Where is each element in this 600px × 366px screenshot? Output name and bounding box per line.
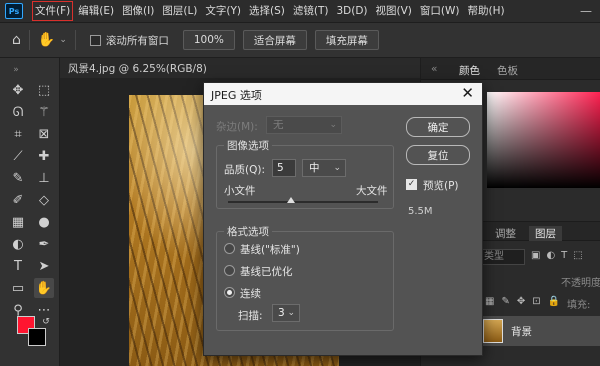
eraser-tool-icon[interactable]: ◇ bbox=[34, 190, 54, 210]
stamp-tool-icon[interactable]: ⊥ bbox=[34, 168, 54, 188]
tools-panel: » ✥ ⬚ ᘏ ⚚ ⌗ ⊠ ⟋ ✚ ✎ ⊥ ✐ ◇ ▦ ● ◐ ✒ T ➤ ▭ … bbox=[0, 58, 60, 366]
tab-swatches[interactable]: 色板 bbox=[497, 63, 518, 78]
menu-file[interactable]: 文件(F) bbox=[31, 0, 74, 22]
layer-filter-icons[interactable]: ▣◐T⬚ bbox=[531, 250, 589, 261]
healing-brush-tool-icon[interactable]: ✚ bbox=[34, 146, 54, 166]
options-bar: ⌂ ✋ ⌄ 滚动所有窗口 100% 适合屏幕 填充屏幕 bbox=[0, 22, 600, 58]
fill-label: 填充: bbox=[567, 300, 591, 311]
menu-help[interactable]: 帮助(H) bbox=[464, 0, 509, 22]
eyedropper-tool-icon[interactable]: ⟋ bbox=[8, 146, 28, 166]
lasso-tool-icon[interactable]: ᘏ bbox=[8, 102, 28, 122]
chevron-down-icon: ⌄ bbox=[333, 163, 341, 173]
large-file-label: 大文件 bbox=[356, 185, 388, 197]
menu-view[interactable]: 视图(V) bbox=[372, 0, 416, 22]
scans-value: 3 bbox=[278, 307, 285, 319]
rectangle-tool-icon[interactable]: ▭ bbox=[8, 278, 28, 298]
color-picker-field[interactable] bbox=[487, 92, 600, 188]
close-icon[interactable]: ✕ bbox=[461, 84, 474, 102]
menu-filter[interactable]: 滤镜(T) bbox=[289, 0, 333, 22]
image-options-legend: 图像选项 bbox=[224, 138, 272, 153]
scroll-all-windows-label: 滚动所有窗口 bbox=[105, 34, 169, 47]
scans-select[interactable]: 3 ⌄ bbox=[272, 304, 300, 322]
type-tool-icon[interactable]: T bbox=[8, 256, 28, 276]
menu-3d[interactable]: 3D(D) bbox=[332, 0, 371, 22]
lock-icons[interactable]: ▦✎✥⊡🔒 bbox=[485, 296, 567, 307]
file-size-label: 5.5M bbox=[408, 206, 433, 217]
small-file-label: 小文件 bbox=[224, 185, 256, 197]
collapse-icon[interactable]: » bbox=[6, 60, 26, 80]
matte-value: 无 bbox=[273, 119, 284, 131]
path-selection-tool-icon[interactable]: ➤ bbox=[34, 256, 54, 276]
hand-tool-icon[interactable]: ✋ bbox=[34, 278, 54, 298]
menu-bar: Ps 文件(F) 编辑(E) 图像(I) 图层(L) 文字(Y) 选择(S) 滤… bbox=[0, 0, 600, 22]
minimize-icon[interactable]: — bbox=[580, 4, 592, 18]
home-icon[interactable]: ⌂ bbox=[12, 32, 21, 48]
quality-level-select[interactable]: 中 ⌄ bbox=[302, 159, 346, 177]
matte-label: 杂边(M): bbox=[216, 121, 258, 133]
document-tab-bar: 风景4.jpg @ 6.25%(RGB/8) bbox=[60, 58, 420, 78]
chevron-down-icon: ⌄ bbox=[287, 308, 295, 318]
tab-adjustments[interactable]: 调整 bbox=[495, 226, 516, 241]
zoom-100-button[interactable]: 100% bbox=[182, 30, 235, 50]
marquee-tool-icon[interactable]: ⬚ bbox=[34, 80, 54, 100]
baseline-standard-radio[interactable] bbox=[224, 243, 235, 254]
menu-window[interactable]: 窗口(W) bbox=[416, 0, 464, 22]
quality-slider-thumb[interactable] bbox=[287, 197, 295, 203]
layer-kind-select[interactable]: 类型 bbox=[479, 249, 525, 265]
divider bbox=[74, 30, 76, 50]
tab-color[interactable]: 颜色 bbox=[459, 63, 480, 78]
document-tab[interactable]: 风景4.jpg @ 6.25%(RGB/8) bbox=[68, 61, 207, 76]
hand-icon[interactable]: ✋ bbox=[38, 32, 55, 48]
magic-wand-tool-icon[interactable]: ⚚ bbox=[34, 102, 54, 122]
collapse-icon[interactable]: « bbox=[431, 63, 437, 75]
layer-name: 背景 bbox=[511, 326, 532, 338]
quality-level-value: 中 bbox=[309, 162, 320, 174]
menu-image[interactable]: 图像(I) bbox=[118, 0, 158, 22]
menu-edit[interactable]: 编辑(E) bbox=[74, 0, 118, 22]
blur-tool-icon[interactable]: ● bbox=[34, 212, 54, 232]
tab-layers[interactable]: 图层 bbox=[529, 226, 562, 241]
scroll-all-windows-checkbox[interactable] bbox=[89, 34, 101, 46]
fit-screen-button[interactable]: 适合屏幕 bbox=[242, 30, 307, 50]
history-brush-tool-icon[interactable]: ✐ bbox=[8, 190, 28, 210]
frame-tool-icon[interactable]: ⊠ bbox=[34, 124, 54, 144]
progressive-label: 连续 bbox=[240, 288, 261, 300]
opacity-label: 不透明度: bbox=[561, 278, 600, 289]
chevron-down-icon[interactable]: ⌄ bbox=[59, 35, 67, 45]
baseline-standard-label: 基线("标准") bbox=[240, 244, 300, 256]
baseline-optimized-radio[interactable] bbox=[224, 265, 235, 276]
quality-input[interactable]: 5 bbox=[272, 159, 296, 177]
preview-label: 预览(P) bbox=[423, 180, 459, 192]
format-options-legend: 格式选项 bbox=[224, 224, 272, 239]
menu-layer[interactable]: 图层(L) bbox=[158, 0, 201, 22]
preview-checkbox[interactable]: ✓ bbox=[406, 179, 417, 190]
image-options-group bbox=[216, 145, 394, 209]
matte-select: 无 ⌄ bbox=[266, 116, 342, 134]
menu-type[interactable]: 文字(Y) bbox=[201, 0, 245, 22]
scans-label: 扫描: bbox=[238, 310, 263, 322]
photoshop-logo-icon: Ps bbox=[5, 3, 23, 19]
pen-tool-icon[interactable]: ✒ bbox=[34, 234, 54, 254]
quality-label: 品质(Q): bbox=[224, 164, 265, 176]
dialog-title: JPEG 选项 bbox=[211, 89, 262, 102]
chevron-down-icon: ⌄ bbox=[329, 120, 337, 130]
divider bbox=[28, 30, 30, 50]
move-tool-icon[interactable]: ✥ bbox=[8, 80, 28, 100]
quality-slider[interactable] bbox=[228, 197, 378, 203]
dodge-tool-icon[interactable]: ◐ bbox=[8, 234, 28, 254]
color-panel-tabs: « 颜色 色板 bbox=[421, 58, 600, 80]
swap-colors-icon[interactable]: ↺ bbox=[36, 312, 56, 332]
baseline-optimized-label: 基线已优化 bbox=[240, 266, 293, 278]
gradient-tool-icon[interactable]: ▦ bbox=[8, 212, 28, 232]
layer-thumbnail bbox=[483, 319, 503, 343]
ok-button[interactable]: 确定 bbox=[406, 117, 470, 137]
progressive-radio[interactable] bbox=[224, 287, 235, 298]
dialog-title-bar: JPEG 选项 ✕ bbox=[204, 83, 482, 105]
reset-button[interactable]: 复位 bbox=[406, 145, 470, 165]
fill-screen-button[interactable]: 填充屏幕 bbox=[314, 30, 379, 50]
jpeg-options-dialog: JPEG 选项 ✕ 杂边(M): 无 ⌄ 图像选项 品质(Q): 5 中 ⌄ 小… bbox=[203, 82, 483, 356]
menu-select[interactable]: 选择(S) bbox=[245, 0, 289, 22]
brush-tool-icon[interactable]: ✎ bbox=[8, 168, 28, 188]
crop-tool-icon[interactable]: ⌗ bbox=[8, 124, 28, 144]
